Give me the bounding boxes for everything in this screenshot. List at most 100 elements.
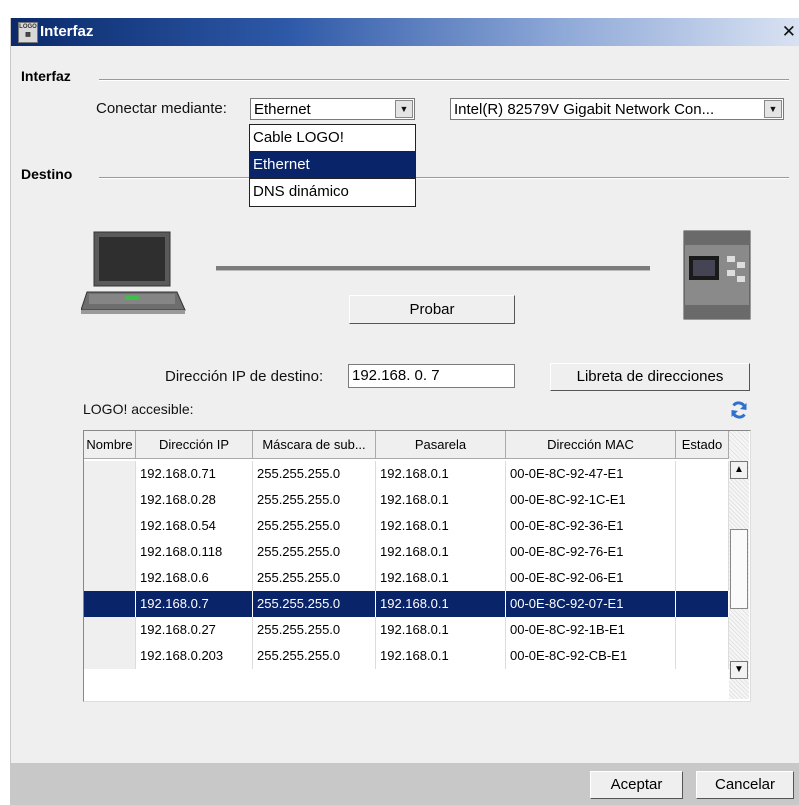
table-row[interactable]: 192.168.0.28 255.255.255.0 192.168.0.1 00-0… — [84, 487, 729, 513]
interface-dialog: LOGO ▦ Interfaz ✕ Interfaz Conectar media… — [10, 18, 799, 805]
table-cell: 192.168.0.54 — [136, 513, 253, 539]
table-cell — [84, 591, 136, 617]
connect-via-select[interactable]: Ethernet ▼ — [250, 98, 415, 120]
table-cell: 255.255.255.0 — [253, 513, 376, 539]
window-title: Interfaz — [40, 23, 94, 40]
accessible-devices-table: Nombre Dirección IP Máscara de sub... Pasar… — [83, 430, 751, 702]
table-row[interactable]: 192.168.0.54 255.255.255.0 192.168.0.1 00-0… — [84, 513, 729, 539]
column-header[interactable]: Dirección MAC — [506, 431, 676, 459]
table-cell: 00-0E-8C-92-1B-E1 — [506, 617, 676, 643]
table-cell: 255.255.255.0 — [253, 461, 376, 487]
table-row[interactable]: 192.168.0.203 255.255.255.0 192.168.0.1 00-… — [84, 643, 729, 669]
logo-app-icon: LOGO ▦ — [18, 22, 38, 43]
table-cell: 192.168.0.1 — [376, 487, 506, 513]
logo-module-icon — [683, 230, 751, 320]
chevron-down-icon[interactable]: ▼ — [764, 100, 782, 118]
dropdown-option[interactable]: DNS dinámico — [250, 179, 415, 206]
connect-via-dropdown: Cable LOGO! Ethernet DNS dinámico — [249, 124, 416, 207]
table-cell — [84, 539, 136, 565]
table-cell: 255.255.255.0 — [253, 565, 376, 591]
connection-line — [216, 266, 650, 271]
table-cell: 00-0E-8C-92-06-E1 — [506, 565, 676, 591]
dropdown-option[interactable]: Ethernet — [250, 152, 415, 179]
table-cell: 192.168.0.1 — [376, 513, 506, 539]
table-cell: 00-0E-8C-92-47-E1 — [506, 461, 676, 487]
scroll-up-icon[interactable]: ▲ — [730, 461, 748, 479]
table-row[interactable]: 192.168.0.7 255.255.255.0 192.168.0.1 00-0E… — [84, 591, 729, 617]
table-cell — [676, 617, 729, 643]
table-cell: 192.168.0.1 — [376, 617, 506, 643]
table-scrollbar[interactable]: ▲ ▼ — [729, 431, 749, 699]
table-cell: 00-0E-8C-92-76-E1 — [506, 539, 676, 565]
footer-bar: Aceptar Cancelar — [11, 763, 799, 805]
table-row[interactable]: 192.168.0.71 255.255.255.0 192.168.0.1 00-0… — [84, 461, 729, 487]
table-cell: 192.168.0.1 — [376, 643, 506, 669]
network-adapter-select[interactable]: Intel(R) 82579V Gigabit Network Con... ▼ — [450, 98, 784, 120]
network-adapter-value: Intel(R) 82579V Gigabit Network Con... — [454, 101, 715, 118]
destination-section-title: Destino — [21, 166, 73, 182]
accessible-logo-label: LOGO! accesible: — [83, 401, 194, 417]
table-cell: 255.255.255.0 — [253, 617, 376, 643]
table-cell: 255.255.255.0 — [253, 487, 376, 513]
table-cell: 00-0E-8C-92-CB-E1 — [506, 643, 676, 669]
refresh-icon[interactable] — [729, 400, 749, 420]
table-cell — [84, 565, 136, 591]
column-header[interactable]: Pasarela — [376, 431, 506, 459]
column-header[interactable]: Máscara de sub... — [253, 431, 376, 459]
table-cell: 192.168.0.1 — [376, 591, 506, 617]
table-cell: 192.168.0.7 — [136, 591, 253, 617]
table-cell — [676, 565, 729, 591]
close-icon[interactable]: ✕ — [782, 22, 796, 42]
table-cell: 255.255.255.0 — [253, 539, 376, 565]
column-header[interactable]: Estado — [676, 431, 729, 459]
table-cell: 192.168.0.203 — [136, 643, 253, 669]
chevron-down-icon[interactable]: ▼ — [395, 100, 413, 118]
connect-via-value: Ethernet — [254, 101, 311, 118]
interface-section-title: Interfaz — [21, 68, 71, 84]
table-row[interactable]: 192.168.0.27 255.255.255.0 192.168.0.1 00-0… — [84, 617, 729, 643]
column-header[interactable]: Dirección IP — [136, 431, 253, 459]
table-cell — [676, 487, 729, 513]
destination-separator — [99, 177, 249, 179]
table-cell — [84, 513, 136, 539]
dropdown-option[interactable]: Cable LOGO! — [250, 125, 415, 152]
table-cell — [676, 539, 729, 565]
table-cell: 00-0E-8C-92-36-E1 — [506, 513, 676, 539]
table-cell — [676, 591, 729, 617]
table-cell: 192.168.0.6 — [136, 565, 253, 591]
table-cell: 00-0E-8C-92-07-E1 — [506, 591, 676, 617]
table-cell — [84, 461, 136, 487]
title-bar[interactable]: LOGO ▦ Interfaz ✕ — [11, 18, 799, 46]
accept-button[interactable]: Aceptar — [590, 771, 683, 799]
table-cell — [676, 461, 729, 487]
destination-ip-input[interactable]: 192.168. 0. 7 — [348, 364, 515, 388]
column-header[interactable]: Nombre — [84, 431, 136, 459]
table-cell — [676, 513, 729, 539]
table-cell: 192.168.0.71 — [136, 461, 253, 487]
table-cell: 192.168.0.1 — [376, 539, 506, 565]
destination-separator — [415, 177, 789, 179]
table-cell: 00-0E-8C-92-1C-E1 — [506, 487, 676, 513]
destination-ip-label: Dirección IP de destino: — [165, 368, 324, 385]
scroll-down-icon[interactable]: ▼ — [730, 661, 748, 679]
table-cell — [84, 487, 136, 513]
table-cell: 192.168.0.118 — [136, 539, 253, 565]
table-header: Nombre Dirección IP Máscara de sub... Pasar… — [84, 431, 729, 459]
cancel-button[interactable]: Cancelar — [696, 771, 794, 799]
table-cell: 255.255.255.0 — [253, 643, 376, 669]
table-cell — [84, 617, 136, 643]
table-cell: 192.168.0.1 — [376, 461, 506, 487]
connect-via-label: Conectar mediante: — [96, 100, 227, 117]
interface-separator — [99, 79, 789, 81]
test-button[interactable]: Probar — [349, 295, 515, 324]
table-cell: 192.168.0.1 — [376, 565, 506, 591]
table-row[interactable]: 192.168.0.118 255.255.255.0 192.168.0.1 00-… — [84, 539, 729, 565]
table-cell — [676, 643, 729, 669]
table-row[interactable]: 192.168.0.6 255.255.255.0 192.168.0.1 00-0E… — [84, 565, 729, 591]
address-book-button[interactable]: Libreta de direcciones — [550, 363, 750, 391]
table-cell: 192.168.0.27 — [136, 617, 253, 643]
scroll-thumb[interactable] — [730, 529, 748, 609]
table-cell — [84, 643, 136, 669]
table-cell: 192.168.0.28 — [136, 487, 253, 513]
table-cell: 255.255.255.0 — [253, 591, 376, 617]
